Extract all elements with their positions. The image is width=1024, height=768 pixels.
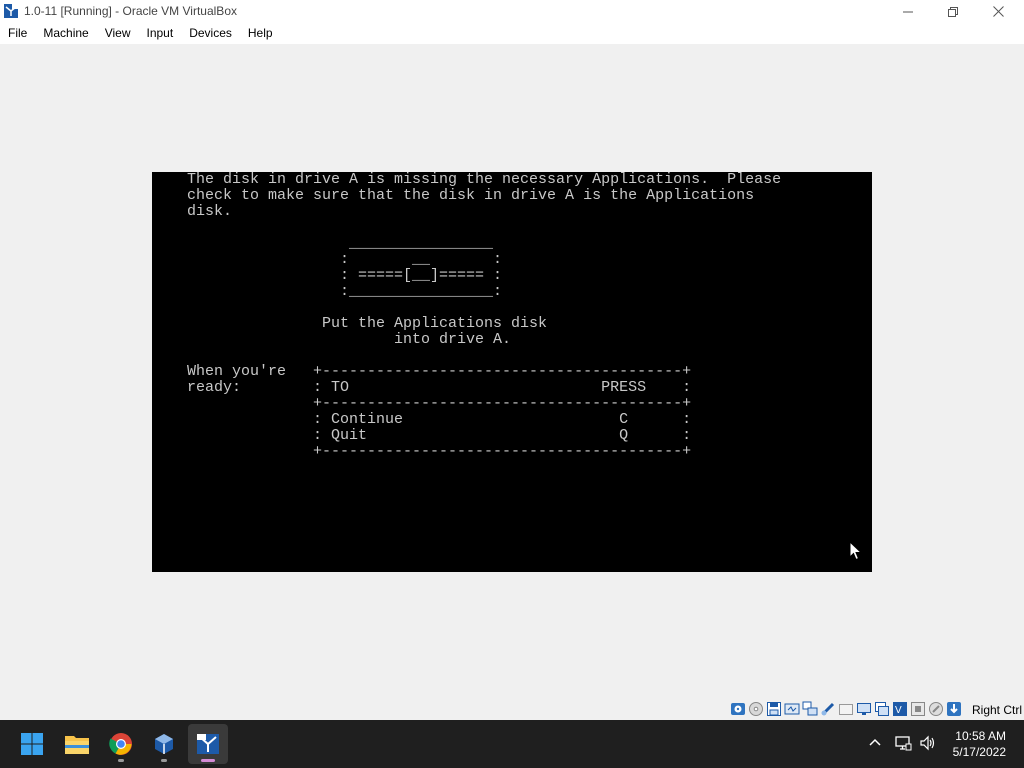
minimize-icon: [902, 11, 913, 12]
virtualbox-window: 1.0-11 [Running] - Oracle VM VirtualBox …: [0, 0, 1024, 720]
window-title: 1.0-11 [Running] - Oracle VM VirtualBox: [24, 4, 237, 18]
menu-view[interactable]: View: [97, 23, 139, 44]
menu-machine[interactable]: Machine: [35, 23, 96, 44]
start-button[interactable]: [12, 724, 52, 764]
menu-file[interactable]: File: [0, 23, 35, 44]
svg-text:V: V: [895, 705, 902, 716]
vm-display[interactable]: The disk in drive A is missing the neces…: [152, 172, 872, 572]
taskbar: 10:58 AM 5/17/2022: [0, 720, 1024, 768]
restore-button[interactable]: [930, 0, 975, 23]
usb-icon[interactable]: [820, 701, 836, 717]
virtualbox-icon: [155, 734, 173, 754]
clock-time: 10:58 AM: [955, 729, 1006, 743]
title-bar[interactable]: 1.0-11 [Running] - Oracle VM VirtualBox: [0, 0, 1024, 23]
status-icons: V: [730, 701, 962, 717]
chrome-icon: [109, 733, 132, 755]
virtualbox-app-icon: [4, 4, 18, 18]
folder-icon: [65, 736, 89, 754]
network-icon[interactable]: [802, 701, 818, 717]
minimize-button[interactable]: [885, 0, 930, 23]
mouse-pointer-icon: [849, 541, 863, 561]
close-icon: [993, 6, 1004, 17]
hard-disk-icon[interactable]: [730, 701, 746, 717]
taskbar-file-explorer[interactable]: [57, 724, 97, 764]
menu-devices[interactable]: Devices: [181, 23, 240, 44]
menu-bar: File Machine View Input Devices Help: [0, 23, 1024, 44]
taskbar-virtualbox-manager[interactable]: [144, 724, 184, 764]
virtualbox-vm-icon: [197, 734, 219, 754]
clock-date: 5/17/2022: [952, 745, 1006, 759]
video-capture-icon[interactable]: V: [892, 701, 908, 717]
volume-icon[interactable]: [919, 734, 937, 752]
display-icon[interactable]: [856, 701, 872, 717]
cpu-icon[interactable]: [910, 701, 926, 717]
windows-start-icon: [21, 733, 43, 755]
shared-folders-icon[interactable]: [838, 701, 854, 717]
keyboard-icon[interactable]: [946, 701, 962, 717]
audio-icon[interactable]: [784, 701, 800, 717]
host-key-label[interactable]: Right Ctrl: [972, 703, 1022, 717]
running-indicator: [161, 759, 167, 762]
menu-help[interactable]: Help: [240, 23, 281, 44]
menu-input[interactable]: Input: [139, 23, 182, 44]
restore-icon: [947, 6, 958, 17]
show-hidden-icons-chevron-up-icon[interactable]: [866, 734, 884, 752]
vm-console-text: The disk in drive A is missing the neces…: [187, 172, 782, 460]
optical-drive-icon[interactable]: [748, 701, 764, 717]
running-indicator: [118, 759, 124, 762]
taskbar-virtualbox-vm[interactable]: [188, 724, 228, 764]
network-status-icon[interactable]: [894, 734, 912, 752]
active-indicator: [201, 759, 215, 762]
taskbar-chrome[interactable]: [101, 724, 141, 764]
recording-icon[interactable]: [874, 701, 890, 717]
close-button[interactable]: [976, 0, 1021, 23]
system-clock[interactable]: 10:58 AM 5/17/2022: [953, 728, 1006, 760]
floppy-icon[interactable]: [766, 701, 782, 717]
mouse-integration-icon[interactable]: [928, 701, 944, 717]
status-bar: V Right Ctrl: [0, 699, 1024, 720]
